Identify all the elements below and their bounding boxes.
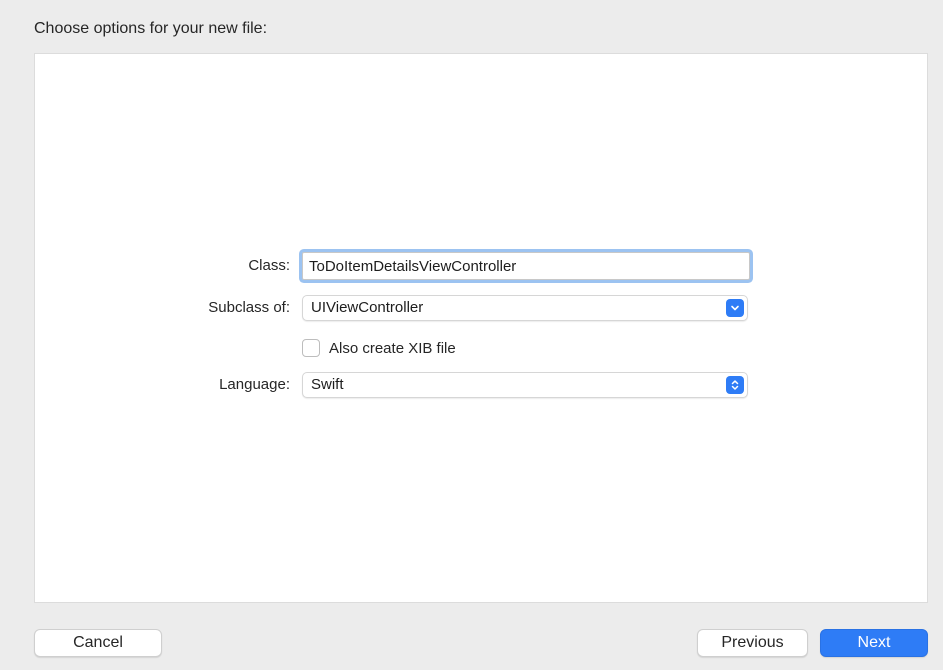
new-file-options-dialog: Choose options for your new file: Class:…: [0, 0, 943, 670]
next-button[interactable]: Next: [820, 629, 928, 657]
class-name-input[interactable]: [302, 252, 750, 280]
chevron-up-down-icon: [726, 376, 744, 394]
chevron-down-icon[interactable]: [726, 299, 744, 317]
language-value: Swift: [311, 376, 344, 393]
language-label: Language:: [219, 376, 290, 393]
xib-checkbox[interactable]: [302, 339, 320, 357]
xib-checkbox-row[interactable]: Also create XIB file: [302, 339, 456, 357]
previous-button[interactable]: Previous: [697, 629, 808, 657]
subclass-value: UIViewController: [311, 299, 424, 316]
subclass-label: Subclass of:: [208, 299, 290, 316]
xib-checkbox-label: Also create XIB file: [329, 339, 456, 357]
subclass-combobox[interactable]: UIViewController: [302, 295, 748, 321]
class-label: Class:: [248, 257, 290, 274]
dialog-header: Choose options for your new file:: [34, 20, 268, 37]
options-panel: [34, 53, 928, 603]
language-popup[interactable]: Swift: [302, 372, 748, 398]
cancel-button[interactable]: Cancel: [34, 629, 162, 657]
